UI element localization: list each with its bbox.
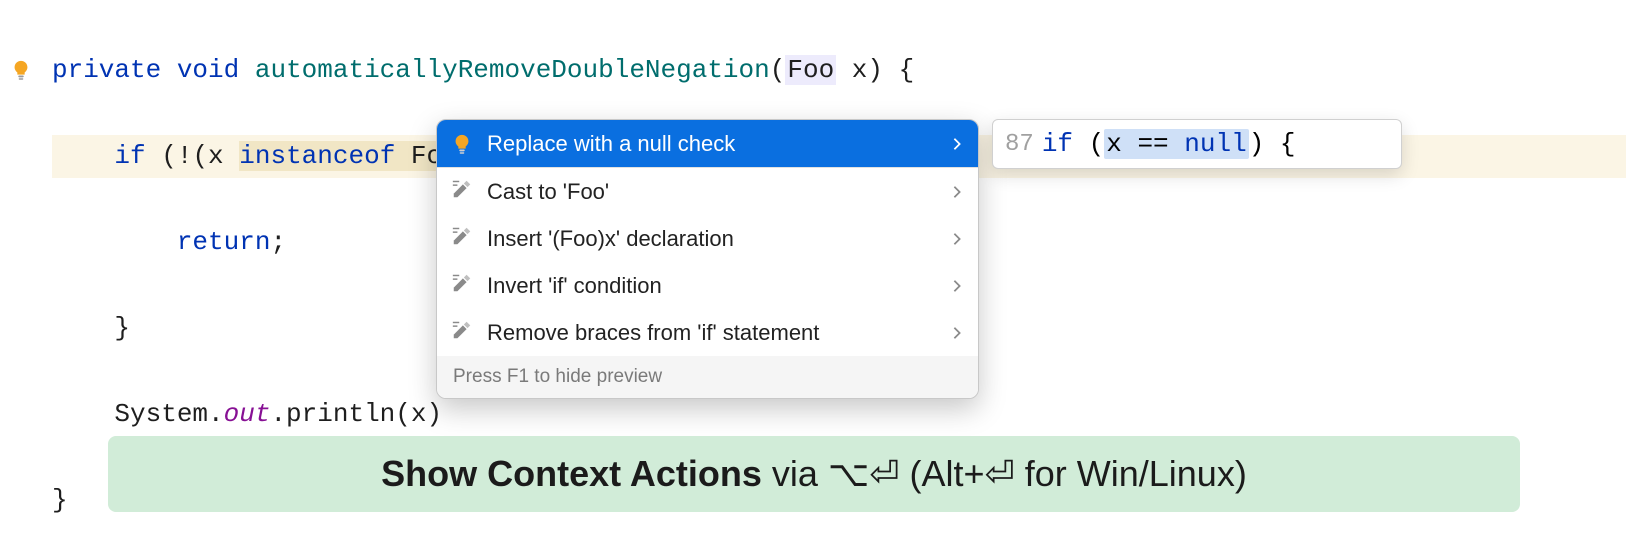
code-text: x == [1106, 129, 1184, 159]
intention-item-insert-declaration[interactable]: Insert '(Foo)x' declaration [437, 215, 978, 262]
intentions-popup[interactable]: Replace with a null check Cast to 'Foo' … [436, 119, 979, 399]
param-type: Foo [785, 55, 836, 85]
intention-label: Replace with a null check [487, 131, 936, 157]
brace: } [114, 313, 130, 343]
keyword-if: if [1042, 129, 1073, 159]
intention-label: Invert 'if' condition [487, 273, 936, 299]
code-text: ; [270, 227, 286, 257]
enter-key-icon: ⏎ [985, 453, 1015, 494]
keyword-null: null [1184, 129, 1246, 159]
code-text: ( [1073, 129, 1104, 159]
param-name: x [852, 55, 868, 85]
keyword-if: if [114, 141, 145, 171]
keyword-return: return [177, 227, 271, 257]
code-text: .println(x) [270, 399, 442, 429]
popup-footer-hint: Press F1 to hide preview [437, 356, 978, 398]
code-text: ) { [1249, 129, 1296, 159]
intention-bulb-icon[interactable] [10, 59, 32, 81]
intention-item-cast-to-foo[interactable]: Cast to 'Foo' [437, 168, 978, 215]
pencil-icon [451, 272, 473, 300]
intention-label: Cast to 'Foo' [487, 179, 936, 205]
chevron-right-icon [950, 273, 964, 299]
lightbulb-icon [451, 133, 473, 155]
banner-text: ( [900, 453, 922, 494]
intention-item-remove-braces[interactable]: Remove braces from 'if' statement [437, 309, 978, 356]
shortcut-mac: ⌥⏎ [828, 453, 900, 494]
brace: } [52, 485, 68, 515]
keyword-instanceof: instanceof [239, 141, 395, 171]
intention-item-invert-if[interactable]: Invert 'if' condition [437, 262, 978, 309]
chevron-right-icon [950, 131, 964, 157]
code-editor[interactable]: private void automaticallyRemoveDoubleNe… [0, 0, 1626, 552]
chevron-right-icon [950, 226, 964, 252]
gutter [0, 0, 42, 552]
banner-via: via [762, 453, 828, 494]
banner-text: for Win/Linux) [1015, 453, 1247, 494]
intention-preview: 87 if (x == null) { [992, 119, 1402, 169]
intention-item-replace-null-check[interactable]: Replace with a null check [437, 120, 978, 167]
code-text: ) { [867, 55, 914, 85]
code-text: (!(x [146, 141, 240, 171]
keyword-void: void [177, 55, 239, 85]
intention-label: Remove braces from 'if' statement [487, 320, 936, 346]
preview-line-number: 87 [1005, 131, 1034, 158]
code-text: System. [114, 399, 223, 429]
field-out: out [224, 399, 271, 429]
intention-label: Insert '(Foo)x' declaration [487, 226, 936, 252]
pencil-icon [451, 319, 473, 347]
chevron-right-icon [950, 179, 964, 205]
tip-banner: Show Context Actions via ⌥⏎ (Alt+⏎ for W… [108, 436, 1520, 512]
code-line[interactable]: System.out.println(x) [52, 393, 1626, 436]
banner-title: Show Context Actions [381, 453, 762, 494]
pencil-icon [451, 178, 473, 206]
code-line[interactable]: private void automaticallyRemoveDoubleNe… [52, 49, 1626, 92]
method-name: automaticallyRemoveDoubleNegation [255, 55, 770, 85]
pencil-icon [451, 225, 473, 253]
keyword-private: private [52, 55, 161, 85]
shortcut-alt: Alt+ [922, 453, 985, 494]
chevron-right-icon [950, 320, 964, 346]
